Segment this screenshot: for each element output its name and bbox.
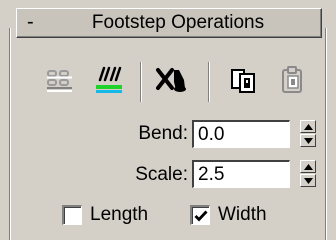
rollout-title: Footstep Operations [91, 12, 265, 33]
width-label: Width [218, 204, 267, 225]
arrow-down-icon [304, 138, 313, 144]
length-checkbox[interactable] [62, 205, 82, 225]
rollout-header[interactable]: - Footstep Operations [16, 8, 322, 38]
create-footsteps-button[interactable] [44, 64, 78, 98]
arrow-up-icon [304, 164, 313, 170]
rollout-frame-left [9, 28, 10, 240]
copy-footsteps-icon [231, 69, 255, 93]
arrow-down-icon [304, 178, 313, 184]
scale-spin-down-button[interactable] [300, 174, 316, 187]
activate-footsteps-button[interactable] [92, 64, 126, 98]
bend-spin-up-button[interactable] [300, 120, 316, 133]
bend-spinner[interactable] [300, 120, 316, 148]
length-label: Length [90, 204, 149, 225]
delete-footsteps-icon [156, 68, 186, 92]
create-footsteps-icon [47, 70, 72, 92]
bend-label: Bend: [138, 123, 188, 144]
delete-footsteps-button[interactable] [154, 64, 188, 98]
copy-footsteps-button[interactable] [228, 64, 262, 98]
toolbar-separator [208, 62, 209, 102]
toolbar-separator [140, 62, 141, 102]
scale-spin-up-button[interactable] [300, 160, 316, 173]
scale-input[interactable] [192, 160, 290, 188]
paste-footsteps-button[interactable] [276, 64, 310, 98]
scale-spinner[interactable] [300, 160, 316, 188]
footstep-operations-panel: - Footstep Operations Bend: 0.0 Scale: 2… [0, 0, 336, 240]
checkmark-icon [194, 210, 208, 222]
bend-input[interactable] [192, 120, 290, 148]
paste-footsteps-icon [282, 66, 302, 93]
bend-spin-down-button[interactable] [300, 134, 316, 147]
scale-label: Scale: [135, 164, 188, 185]
activate-footsteps-icon [96, 66, 122, 93]
rollout-frame-right [325, 28, 326, 240]
arrow-up-icon [304, 124, 313, 130]
width-checkbox[interactable] [190, 205, 210, 225]
